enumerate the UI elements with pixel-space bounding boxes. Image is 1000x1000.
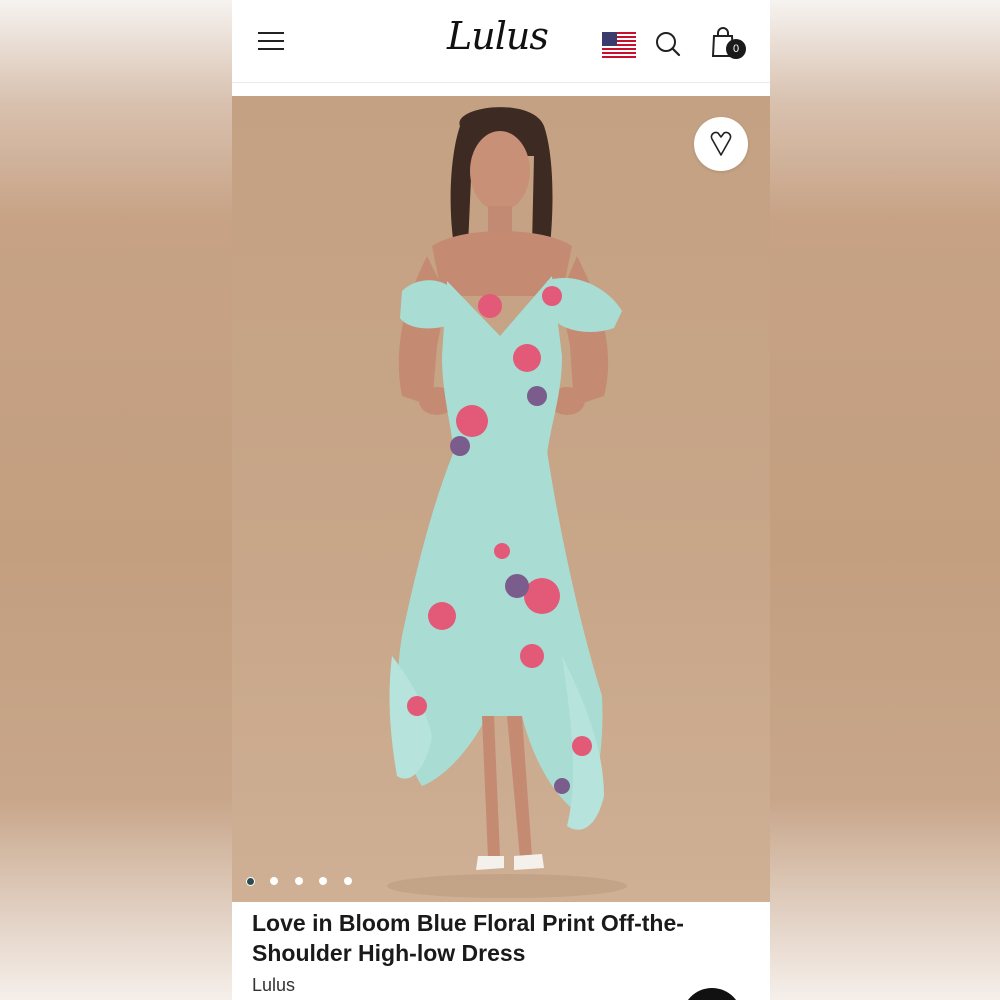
us-flag-icon[interactable] — [602, 32, 636, 58]
heart-icon — [710, 131, 732, 156]
product-title: Love in Bloom Blue Floral Print Off-the-… — [252, 910, 684, 966]
mobile-page: Lulus 0 Love in Bloom Blue Floral Print … — [232, 0, 770, 1000]
site-header: Lulus 0 — [232, 0, 770, 83]
product-photo-illustration — [387, 107, 627, 898]
menu-icon[interactable] — [258, 30, 284, 52]
carousel-dot-5[interactable] — [344, 877, 352, 885]
lulus-logo[interactable]: Lulus — [447, 14, 557, 64]
background-blur-right — [770, 0, 1000, 1000]
product-image[interactable] — [232, 96, 770, 902]
chat-button[interactable] — [682, 988, 742, 1000]
product-brand[interactable]: Lulus — [252, 975, 295, 996]
carousel-dot-4[interactable] — [319, 877, 327, 885]
background-blur-left — [0, 0, 232, 1000]
favorite-button[interactable] — [694, 117, 748, 171]
carousel-dot-2[interactable] — [270, 877, 278, 885]
search-icon[interactable] — [654, 30, 682, 58]
carousel-dot-3[interactable] — [295, 877, 303, 885]
cart-count-badge: 0 — [726, 39, 746, 59]
carousel-dot-1[interactable] — [246, 877, 255, 886]
